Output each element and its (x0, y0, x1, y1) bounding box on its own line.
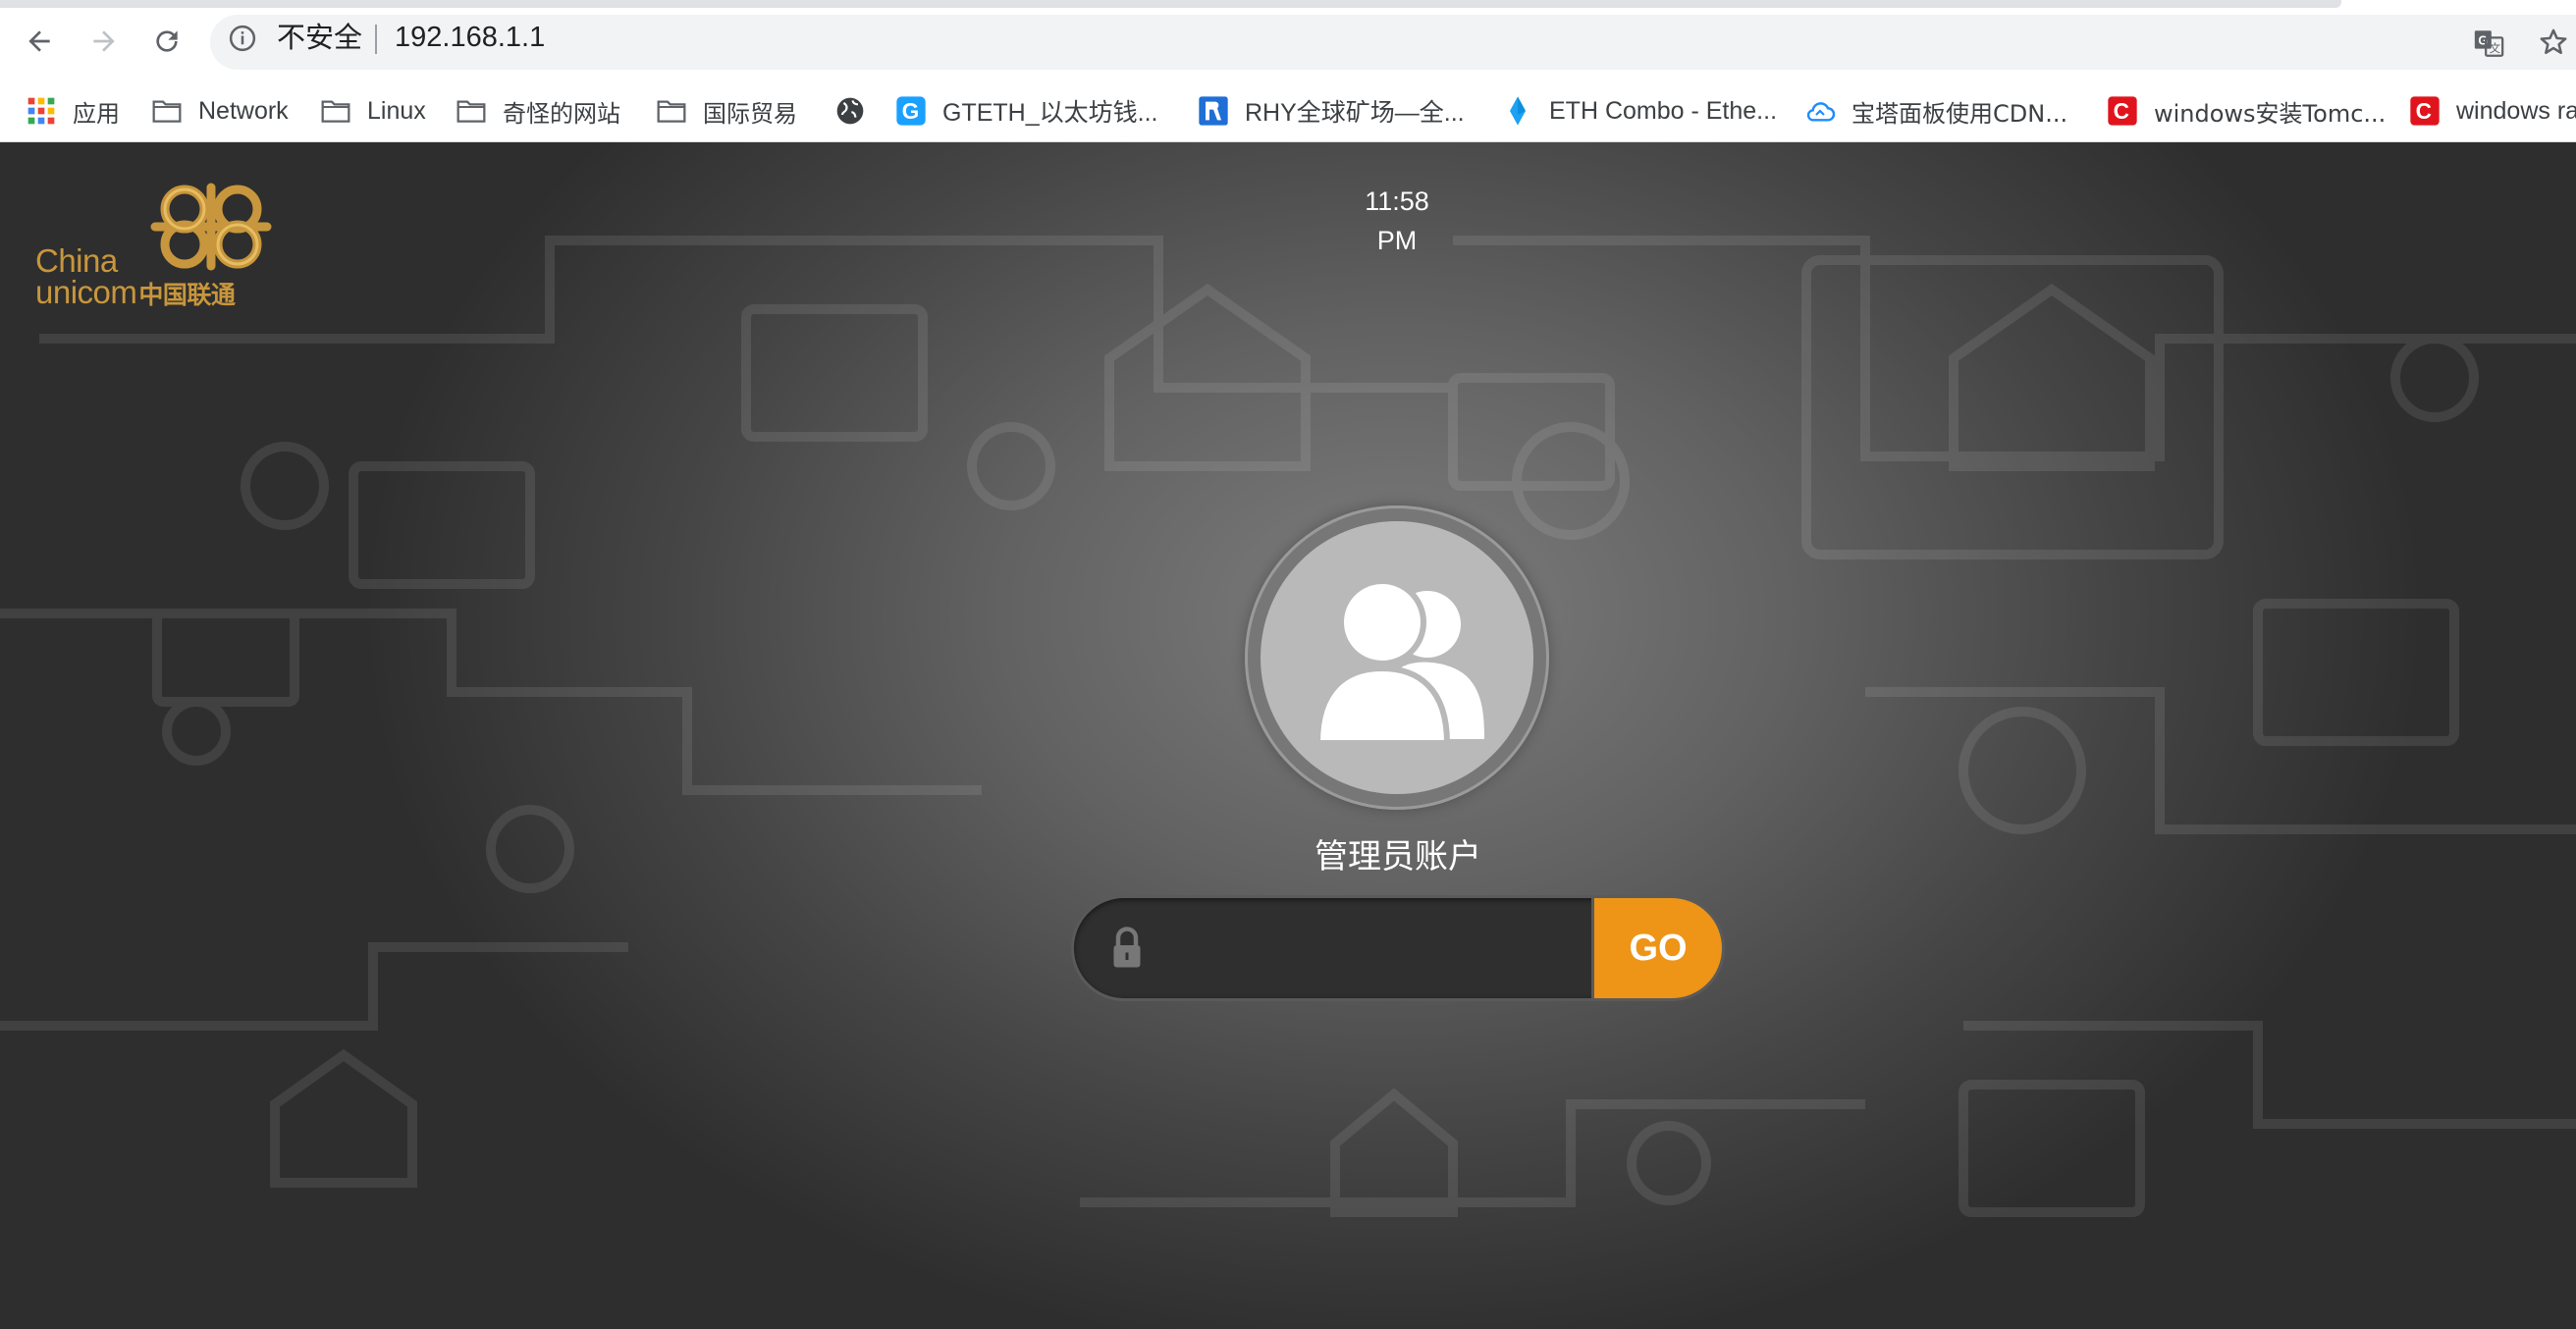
bookmark-label: 应用 (73, 99, 120, 128)
bookmark-label: ETH Combo - Ethe... (1549, 96, 1778, 125)
back-button[interactable] (16, 18, 63, 65)
rhy-icon (1199, 96, 1228, 126)
logo-text-unicom-en: unicom (35, 274, 137, 310)
bookmark-label: RHY全球矿场—全... (1245, 99, 1465, 127)
bookmark-baota-cdn[interactable]: 宝塔面板使用CDN... (1804, 80, 2067, 141)
china-unicom-logo: China unicom中国联通 (35, 180, 281, 310)
bookmark-label: Linux (367, 96, 426, 125)
bookmark-star-icon[interactable] (2537, 26, 2570, 59)
bookmark-windows-ra[interactable]: C windows ra (2409, 80, 2576, 141)
bookmark-globe[interactable] (834, 80, 866, 141)
clock-ampm: PM (1376, 226, 1418, 255)
avatar-inner (1261, 521, 1533, 794)
svg-text:C: C (2114, 98, 2129, 124)
clock-time: 11:58 (1365, 186, 1429, 216)
tab-strip (0, 0, 2576, 8)
bookmark-label: 国际贸易 (703, 99, 797, 128)
logo-text-unicom-cn: 中国联通 (138, 282, 236, 309)
globe-icon (836, 97, 864, 125)
arrow-right-icon (93, 30, 115, 52)
svg-text:G: G (902, 98, 920, 124)
clock: 11:58 PM (1299, 182, 1495, 260)
csdn-icon: C (2410, 96, 2440, 126)
active-tab-strip[interactable] (0, 0, 2341, 8)
go-button[interactable]: GO (1594, 898, 1722, 998)
account-label: 管理员账户 (1315, 837, 1481, 877)
translate-icon[interactable]: G 文 (2472, 27, 2505, 60)
bookmark-folder-network[interactable]: Network (151, 80, 289, 141)
folder-icon (321, 100, 350, 123)
bookmark-folder-linux[interactable]: Linux (320, 80, 426, 141)
gteth-icon: G (896, 96, 926, 126)
bookmarks-bar: 应用 Network Linux 奇怪的网站 国际贸易 G GTETH_以太坊钱… (0, 80, 2576, 142)
users-icon (1314, 578, 1484, 746)
arrow-left-icon (28, 30, 50, 52)
bookmark-folder-weird-sites[interactable]: 奇怪的网站 (456, 80, 620, 141)
bookmark-folder-intl-trade[interactable]: 国际贸易 (656, 80, 797, 141)
bookmark-label: GTETH_以太坊钱... (942, 99, 1158, 127)
cloud-icon (1806, 102, 1836, 122)
forward-button[interactable] (80, 18, 128, 65)
bookmark-rhy[interactable]: RHY全球矿场—全... (1198, 80, 1465, 141)
logo-text-unicom: unicom中国联通 (35, 274, 236, 311)
reload-icon (156, 30, 178, 52)
svg-text:文: 文 (2490, 41, 2500, 55)
url-text[interactable]: 192.168.1.1 (395, 18, 545, 57)
folder-icon (152, 100, 182, 123)
address-divider (375, 25, 377, 54)
reload-button[interactable] (143, 18, 190, 65)
security-status[interactable]: 不安全 (277, 18, 362, 57)
bookmark-windows-tomcat[interactable]: C windows安装Tomc... (2107, 80, 2386, 141)
lock-icon (1113, 927, 1141, 968)
bookmark-label: 奇怪的网站 (503, 99, 620, 128)
bookmark-label: windows ra (2456, 96, 2576, 125)
folder-icon (657, 100, 686, 123)
folder-icon (456, 100, 486, 123)
bookmark-eth-combo[interactable]: ETH Combo - Ethe... (1502, 80, 1777, 141)
bookmark-gteth[interactable]: G GTETH_以太坊钱... (895, 80, 1157, 141)
bookmark-label: windows安装Tomc... (2154, 99, 2387, 128)
bookmark-apps[interactable]: 应用 (26, 80, 120, 141)
bookmark-label: 宝塔面板使用CDN... (1852, 99, 2068, 128)
browser-toolbar (0, 8, 2576, 80)
bookmark-label: Network (198, 96, 289, 125)
csdn-icon: C (2108, 96, 2137, 126)
account-avatar (1245, 505, 1549, 810)
ethereum-icon (1510, 96, 1526, 126)
router-login-page: China unicom中国联通 11:58 PM 管理员账户 GO (0, 142, 2576, 1329)
apps-grid-icon (27, 97, 55, 125)
svg-text:C: C (2416, 98, 2432, 124)
unicom-knot-icon (150, 183, 272, 271)
address-bar[interactable] (210, 15, 2576, 70)
info-icon[interactable] (228, 24, 257, 53)
